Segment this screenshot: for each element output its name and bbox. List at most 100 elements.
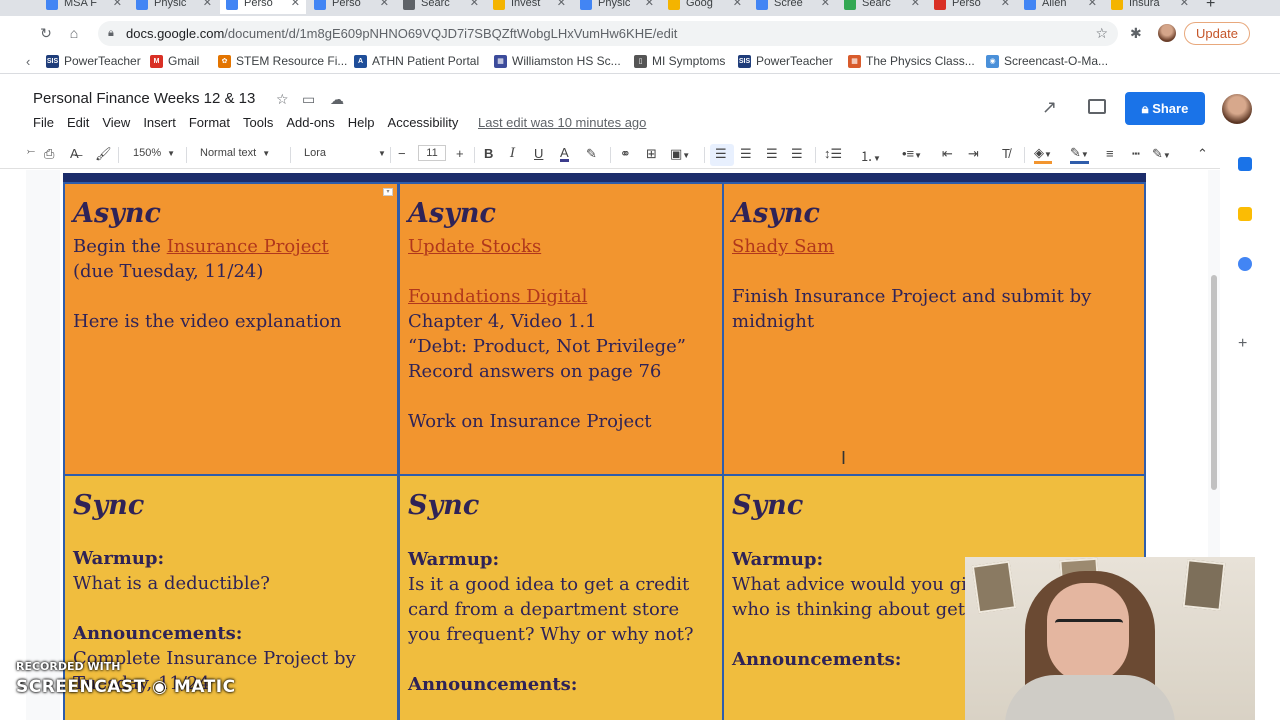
line-spacing-icon[interactable]: ↕☰ <box>824 146 842 162</box>
close-tab-icon[interactable]: ✕ <box>911 0 920 9</box>
extensions-puzzle-icon[interactable]: ✱ <box>1130 25 1142 42</box>
browser-tab[interactable]: Invest ✕ <box>487 0 572 14</box>
cell-menu-icon[interactable]: ▾ <box>383 188 393 196</box>
last-edit-link[interactable]: Last edit was 10 minutes ago <box>478 115 646 130</box>
calendar-icon[interactable] <box>1238 157 1252 171</box>
browser-tab[interactable]: Perso ✕ <box>928 0 1016 14</box>
decrease-font-size-icon[interactable]: − <box>398 146 406 161</box>
menu-item-file[interactable]: File <box>33 115 54 130</box>
browser-tab[interactable]: Perso ✕ <box>220 0 306 14</box>
editing-mode-icon[interactable]: ✎▼ <box>1152 146 1171 162</box>
profile-avatar[interactable] <box>1158 24 1176 42</box>
bookmark-item[interactable]: ✿ STEM Resource Fi... <box>218 54 347 68</box>
close-tab-icon[interactable]: ✕ <box>1001 0 1010 9</box>
browser-tab[interactable]: Allen ✕ <box>1018 0 1103 14</box>
star-icon[interactable]: ☆ <box>276 91 289 108</box>
align-right-icon[interactable]: ☰ <box>766 146 778 162</box>
border-width-icon[interactable]: ≡ <box>1106 146 1114 161</box>
browser-tab[interactable]: Physic ✕ <box>130 0 218 14</box>
menu-item-edit[interactable]: Edit <box>67 115 89 130</box>
foundations-digital-link[interactable]: Foundations Digital <box>408 284 714 309</box>
highlight-icon[interactable]: ✎ <box>586 146 597 162</box>
sync-cell-2[interactable]: Sync Warmup: Is it a good idea to get a … <box>398 474 724 720</box>
home-icon[interactable]: ⌂ <box>65 24 83 42</box>
menu-item-add-ons[interactable]: Add-ons <box>286 115 334 130</box>
close-tab-icon[interactable]: ✕ <box>291 0 300 9</box>
cell-background-color-icon[interactable]: ◈▼ <box>1034 146 1052 164</box>
align-left-icon[interactable]: ☰ <box>715 146 727 162</box>
spellcheck-icon[interactable]: A̶ <box>70 146 79 161</box>
paint-format-icon[interactable]: 🖌︎ <box>95 146 112 162</box>
new-tab-icon[interactable]: + <box>1206 0 1215 13</box>
activity-trend-icon[interactable]: ↗ <box>1042 97 1057 118</box>
bookmark-item[interactable]: SIS PowerTeacher <box>46 54 141 68</box>
clear-formatting-icon[interactable]: T̸ <box>1002 146 1010 161</box>
bold-icon[interactable]: B <box>484 146 493 161</box>
bookmark-item[interactable]: ▦ Williamston HS Sc... <box>494 54 621 68</box>
bookmarks-more-icon[interactable]: ‹ <box>26 54 30 69</box>
browser-tab[interactable]: Perso ✕ <box>308 0 395 14</box>
close-tab-icon[interactable]: ✕ <box>821 0 830 9</box>
browser-tab[interactable]: Searc ✕ <box>397 0 485 14</box>
account-avatar[interactable] <box>1222 94 1252 124</box>
bookmark-star-icon[interactable]: ☆ <box>1095 21 1108 46</box>
comments-icon[interactable] <box>1088 99 1106 114</box>
justify-icon[interactable]: ☰ <box>791 146 803 162</box>
close-tab-icon[interactable]: ✕ <box>113 0 122 9</box>
increase-font-size-icon[interactable]: + <box>456 146 464 161</box>
url-field[interactable]: 🔒︎ docs.google.com/document/d/1m8gE609pN… <box>98 21 1118 46</box>
browser-tab[interactable]: Goog ✕ <box>662 0 748 14</box>
bookmark-item[interactable]: ▦ The Physics Class... <box>848 54 975 68</box>
browser-tab[interactable]: Searc ✕ <box>838 0 926 14</box>
increase-indent-icon[interactable]: ⇥ <box>968 146 979 162</box>
bookmark-item[interactable]: ◉ Screencast-O-Ma... <box>986 54 1108 68</box>
menu-item-view[interactable]: View <box>102 115 130 130</box>
cloud-saved-icon[interactable]: ☁ <box>330 91 344 108</box>
close-tab-icon[interactable]: ✕ <box>380 0 389 9</box>
async-cell-1[interactable]: Async Begin the Insurance Project (due T… <box>63 182 399 476</box>
scroll-thumb[interactable] <box>1211 275 1217 490</box>
menu-item-tools[interactable]: Tools <box>243 115 273 130</box>
close-tab-icon[interactable]: ✕ <box>645 0 654 9</box>
close-tab-icon[interactable]: ✕ <box>203 0 212 9</box>
font-select[interactable]: Lora ▼ <box>304 147 386 159</box>
share-button[interactable]: 🔒︎ Share <box>1125 92 1205 125</box>
add-addon-icon[interactable]: + <box>1238 335 1247 353</box>
close-tab-icon[interactable]: ✕ <box>470 0 479 9</box>
close-tab-icon[interactable]: ✕ <box>557 0 566 9</box>
menu-item-format[interactable]: Format <box>189 115 230 130</box>
move-folder-icon[interactable]: ▭ <box>302 91 315 108</box>
border-color-icon[interactable]: ✎▼ <box>1070 146 1089 164</box>
bulleted-list-icon[interactable]: •≡▼ <box>902 146 922 161</box>
update-button[interactable]: Update <box>1184 22 1250 45</box>
insert-image-icon[interactable]: ▣▼ <box>670 146 690 162</box>
update-stocks-link[interactable]: Update Stocks <box>408 234 714 259</box>
text-color-icon[interactable]: A <box>560 146 569 162</box>
insert-comment-icon[interactable]: ⊞ <box>646 146 657 162</box>
browser-tab[interactable]: Insura ✕ <box>1105 0 1195 14</box>
reload-icon[interactable]: ↻ <box>37 24 55 42</box>
collapse-menu-icon[interactable]: ⌃ <box>1197 146 1208 162</box>
align-center-icon[interactable]: ☰ <box>740 146 752 162</box>
decrease-indent-icon[interactable]: ⇤ <box>942 146 953 162</box>
browser-tab[interactable]: Scree ✕ <box>750 0 836 14</box>
zoom-select[interactable]: 150% ▼ <box>133 147 175 159</box>
async-cell-3[interactable]: Async Shady Sam Finish Insurance Project… <box>722 182 1146 476</box>
insert-link-icon[interactable]: ⚭ <box>620 146 631 162</box>
bookmark-item[interactable]: M Gmail <box>150 54 199 68</box>
font-size-input[interactable]: 11 <box>418 145 446 161</box>
close-tab-icon[interactable]: ✕ <box>733 0 742 9</box>
print-icon[interactable]: ⎙ <box>44 146 54 162</box>
keep-icon[interactable] <box>1238 207 1252 221</box>
italic-icon[interactable]: I <box>510 146 515 161</box>
insurance-project-link[interactable]: Insurance Project <box>167 236 329 257</box>
menu-item-help[interactable]: Help <box>348 115 375 130</box>
menu-item-accessibility[interactable]: Accessibility <box>388 115 459 130</box>
bookmark-item[interactable]: SIS PowerTeacher <box>738 54 833 68</box>
bookmark-item[interactable]: ▯ MI Symptoms <box>634 54 725 68</box>
browser-tab[interactable]: MSA F ✕ <box>40 0 128 14</box>
menu-item-insert[interactable]: Insert <box>143 115 176 130</box>
async-cell-2[interactable]: Async Update Stocks Foundations Digital … <box>398 182 724 476</box>
style-select[interactable]: Normal text ▼ <box>200 147 270 159</box>
bookmark-item[interactable]: A ATHN Patient Portal <box>354 54 479 68</box>
